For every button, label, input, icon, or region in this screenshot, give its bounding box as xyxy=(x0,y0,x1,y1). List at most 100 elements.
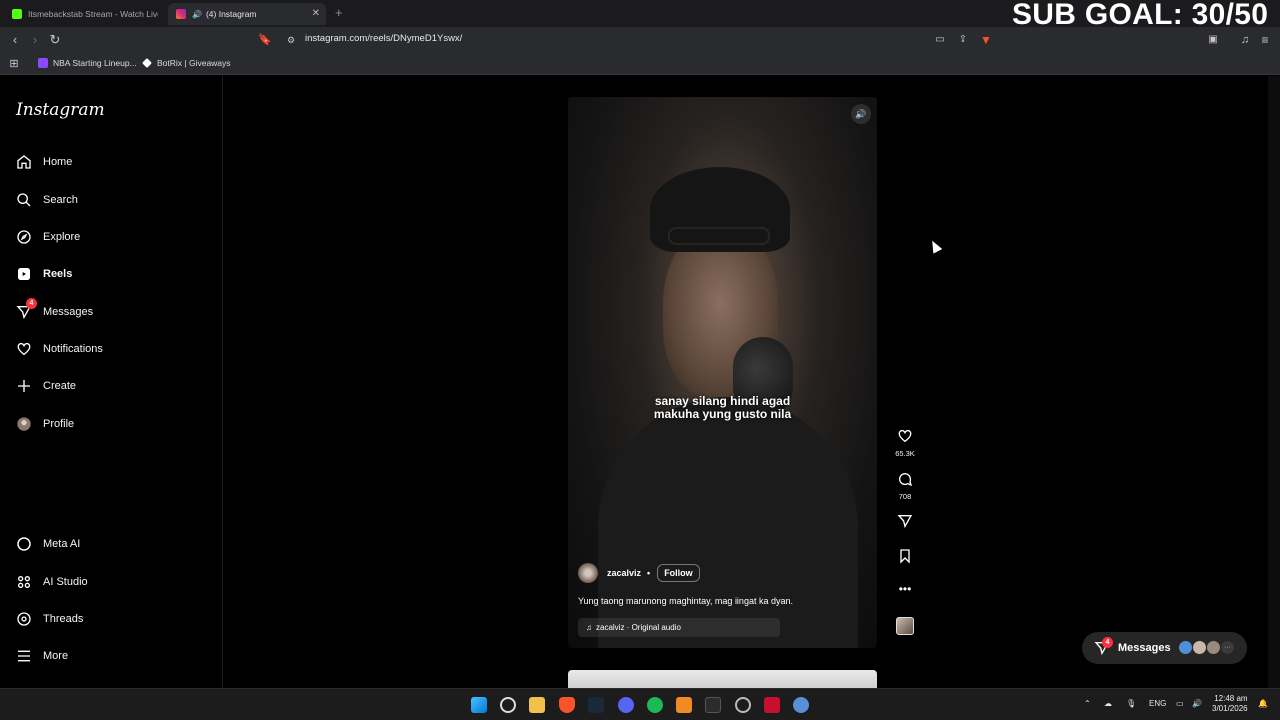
more-options-icon[interactable]: ••• xyxy=(893,582,917,596)
ai-studio-icon xyxy=(17,576,30,588)
more-avatars-icon: ··· xyxy=(1220,640,1235,655)
menu-icon xyxy=(18,650,30,662)
sidebar-item-threads[interactable]: Threads xyxy=(16,607,83,631)
app-icon[interactable] xyxy=(676,697,692,713)
new-tab-button[interactable]: + xyxy=(335,5,343,20)
sidebar-item-label: Create xyxy=(43,380,77,392)
search-icon xyxy=(17,193,31,207)
sidebar-item-meta-ai[interactable]: Meta AI xyxy=(16,532,80,556)
scrollbar[interactable] xyxy=(1268,76,1280,688)
discord-icon[interactable] xyxy=(618,697,634,713)
separator-dot: • xyxy=(647,568,651,578)
share-button[interactable] xyxy=(893,513,917,534)
audio-owner-thumbnail[interactable] xyxy=(896,617,914,635)
sidebar-item-create[interactable]: Create xyxy=(16,374,76,398)
clock-date: 3/01/2026 xyxy=(1212,704,1248,713)
forward-icon[interactable]: › xyxy=(27,32,43,48)
bookmarks-bar: ⊞ NBA Starting Lineup... BotRix | Giveaw… xyxy=(0,53,1280,75)
app-icon[interactable] xyxy=(764,697,780,713)
save-button[interactable] xyxy=(893,548,917,569)
spotify-icon[interactable] xyxy=(647,697,663,713)
author-avatar[interactable] xyxy=(578,563,598,583)
follow-button[interactable]: Follow xyxy=(657,564,700,582)
sidebar-item-notifications[interactable]: Notifications xyxy=(16,337,103,361)
explore-icon xyxy=(17,230,31,244)
instagram-favicon xyxy=(176,9,186,19)
bookmark-nba[interactable]: NBA Starting Lineup... xyxy=(38,58,137,68)
sidebar-toggle-icon[interactable]: ▣ xyxy=(1205,32,1221,48)
avatar xyxy=(1178,640,1193,655)
sidebar-item-explore[interactable]: Explore xyxy=(16,225,80,249)
steam-icon[interactable] xyxy=(588,697,604,713)
bookmark-icon[interactable]: 🔖 xyxy=(257,32,273,48)
media-icon[interactable]: ♫ xyxy=(1237,32,1253,48)
comment-button[interactable]: 708 xyxy=(893,471,917,501)
sidebar-item-profile[interactable]: Profile xyxy=(16,412,74,436)
menu-icon[interactable]: ≡ xyxy=(1257,32,1273,48)
audio-label: zacalviz · Original audio xyxy=(596,623,681,632)
sidebar-item-label: Search xyxy=(43,194,78,206)
reel-author: zacalviz • Follow xyxy=(578,563,700,583)
cast-icon[interactable]: ▭ xyxy=(932,32,948,48)
plus-icon xyxy=(18,380,30,392)
language-indicator[interactable]: ENG xyxy=(1149,699,1166,708)
search-icon[interactable] xyxy=(500,697,516,713)
video-subject-hoodie xyxy=(598,397,858,648)
network-icon[interactable]: ▭ xyxy=(1176,699,1184,708)
tab-instagram[interactable]: 🔊 (4) Instagram ✕ xyxy=(168,3,326,25)
clock-time: 12:48 am xyxy=(1214,694,1248,703)
tray-overflow-icon[interactable]: ⌃ xyxy=(1084,699,1091,708)
system-clock[interactable]: 12:48 am 3/01/2026 xyxy=(1212,694,1248,714)
caption-line: makuha yung gusto nila xyxy=(653,407,792,421)
author-username[interactable]: zacalviz xyxy=(607,568,641,578)
brave-icon[interactable] xyxy=(559,697,575,713)
notifications-icon[interactable]: 🔔 xyxy=(1258,699,1268,708)
tab-kick-stream[interactable]: Itsmebackstab Stream - Watch Live o xyxy=(4,3,162,25)
sidebar-item-home[interactable]: Home xyxy=(16,150,72,174)
sidebar-item-label: AI Studio xyxy=(43,576,88,588)
instagram-logo[interactable]: Instagram xyxy=(16,100,105,120)
music-note-icon: ♫ xyxy=(586,623,592,632)
share-icon xyxy=(897,515,913,529)
browser-tab-bar: Itsmebackstab Stream - Watch Live o 🔊 (4… xyxy=(0,0,1280,31)
volume-icon[interactable]: 🔊 xyxy=(1192,699,1202,708)
windows-start-icon[interactable] xyxy=(471,697,487,713)
avatar xyxy=(17,417,31,431)
sidebar-item-reels[interactable]: Reels xyxy=(16,262,72,286)
app-icon[interactable] xyxy=(735,697,751,713)
sidebar-item-messages[interactable]: 4 Messages xyxy=(16,298,93,324)
sidebar-item-label: Meta AI xyxy=(43,538,81,550)
reels-icon xyxy=(18,268,30,280)
browser-toolbar: ‹ › ↻ 🔖 ⚙ ▭ ⇪ ▼ ▣ ♫ ≡ xyxy=(0,27,1280,53)
meta-ai-icon xyxy=(17,537,31,551)
close-tab-icon[interactable]: ✕ xyxy=(312,8,320,19)
bookmark-botrix[interactable]: BotRix | Giveaways xyxy=(142,58,231,68)
brave-shield-icon[interactable]: ▼ xyxy=(978,32,994,48)
onedrive-icon[interactable]: ☁ xyxy=(1104,699,1112,708)
audio-attribution[interactable]: ♫ zacalviz · Original audio xyxy=(578,618,780,637)
heart-icon xyxy=(17,342,31,356)
home-icon xyxy=(17,155,31,169)
like-button[interactable]: 65.3K xyxy=(893,428,917,458)
reload-icon[interactable]: ↻ xyxy=(47,32,63,48)
bookmark-favicon xyxy=(38,58,48,68)
microphone-icon[interactable]: 🎙 xyxy=(1126,699,1136,708)
file-explorer-icon[interactable] xyxy=(529,697,545,713)
tab-title: (4) Instagram xyxy=(205,9,257,19)
terminal-icon[interactable] xyxy=(705,697,721,713)
url-text[interactable]: instagram.com/reels/DNymeD1Yswx/ xyxy=(305,33,462,44)
apps-grid-icon[interactable]: ⊞ xyxy=(6,56,22,72)
reel-description[interactable]: Yung taong marunong maghintay, mag iinga… xyxy=(578,596,793,606)
sidebar-item-label: More xyxy=(43,650,69,662)
sidebar-item-ai-studio[interactable]: AI Studio xyxy=(16,570,88,594)
settings-icon[interactable] xyxy=(793,697,809,713)
next-reel-preview[interactable] xyxy=(568,670,877,688)
sidebar-item-more[interactable]: More xyxy=(16,644,68,668)
bookmark-label: BotRix | Giveaways xyxy=(157,58,231,68)
unmute-icon[interactable]: 🔊 xyxy=(851,104,871,124)
sidebar-item-search[interactable]: Search xyxy=(16,188,78,212)
share-icon[interactable]: ⇪ xyxy=(955,32,971,48)
back-icon[interactable]: ‹ xyxy=(7,32,23,48)
comment-count: 708 xyxy=(898,492,912,501)
site-settings-icon[interactable]: ⚙ xyxy=(283,32,299,48)
